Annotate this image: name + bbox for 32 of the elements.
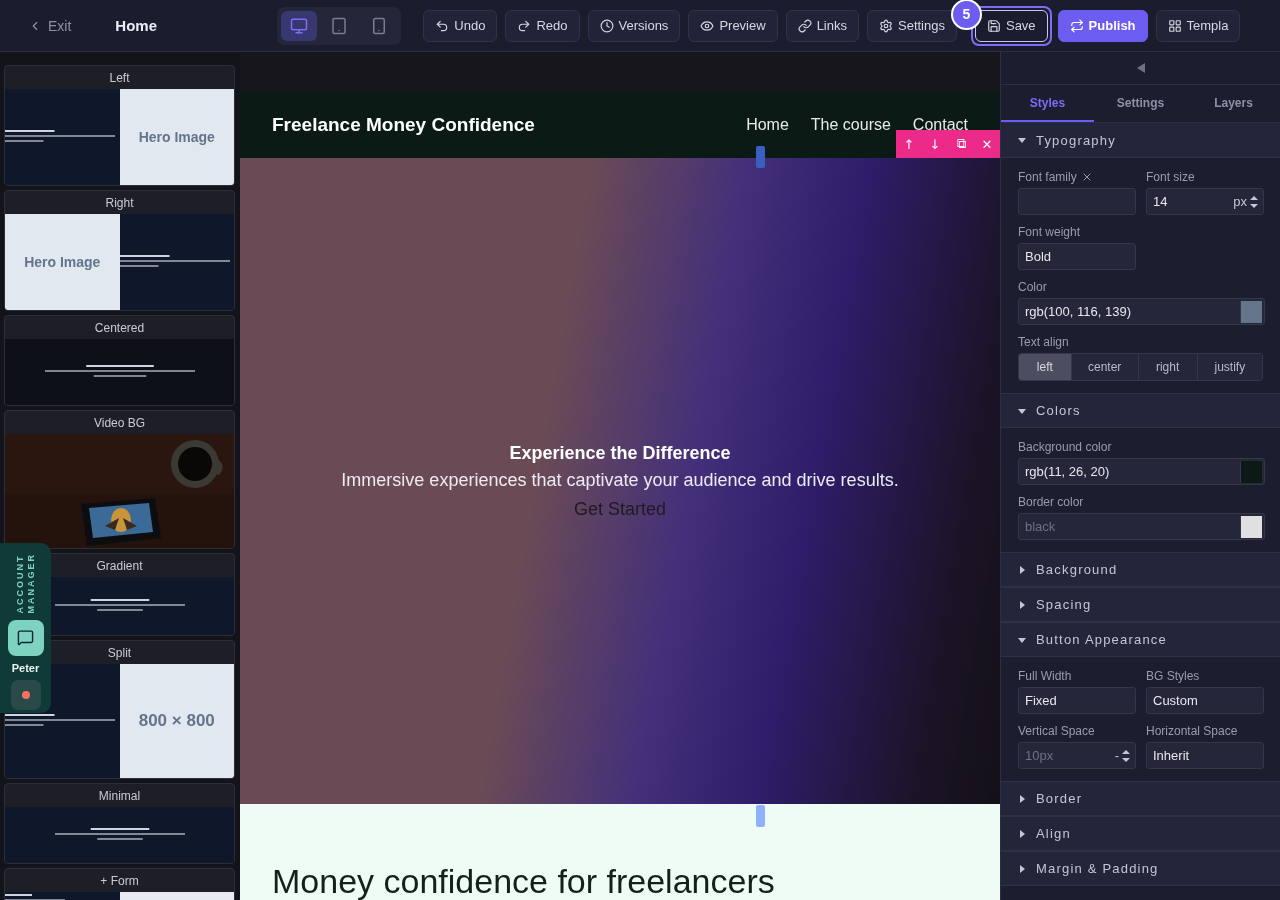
manager-name: Peter: [11, 661, 40, 674]
page-title: Home: [115, 17, 159, 34]
field-label: BG Styles: [1146, 669, 1201, 683]
site-brand: Freelance Money Confidence: [272, 114, 535, 136]
placeholder-label: Hero Image: [138, 129, 215, 145]
field-label: Text align: [1018, 335, 1070, 349]
field-label: Background color: [1018, 440, 1113, 454]
field-label: Font weight: [1018, 225, 1082, 239]
template-label: Centered: [93, 319, 146, 337]
field-label: Vertical Space: [1018, 724, 1096, 738]
section-heading: Money confidence for freelancers: [272, 864, 776, 898]
field-label: Horizontal Space: [1146, 724, 1239, 738]
field-label: Color: [1018, 280, 1048, 294]
field-label: Border color: [1018, 495, 1085, 509]
placeholder-label: Hero Image: [24, 254, 101, 270]
field-label: Font size: [1146, 170, 1196, 184]
widget-title: ACCOUNT: [15, 553, 25, 614]
template-label: Minimal: [97, 787, 142, 805]
step-badge: 5: [950, 0, 982, 30]
field-label: Full Width: [1018, 669, 1073, 683]
placeholder-label: 800 × 800: [138, 711, 215, 731]
template-label: Split: [106, 644, 133, 662]
hero-title: Experience the Difference: [509, 442, 731, 464]
template-label: Video BG: [92, 414, 147, 432]
field-label: Font family: [1018, 170, 1077, 184]
template-label: + Form: [99, 872, 140, 890]
unit-label: -: [1114, 748, 1119, 763]
template-label: Left: [108, 69, 131, 87]
widget-title: MANAGER: [26, 553, 36, 614]
unit-label: px: [1233, 194, 1247, 209]
hero-subtitle: Immersive experiences that captivate your audience and drive results.: [341, 469, 899, 491]
template-label: Right: [104, 194, 135, 212]
